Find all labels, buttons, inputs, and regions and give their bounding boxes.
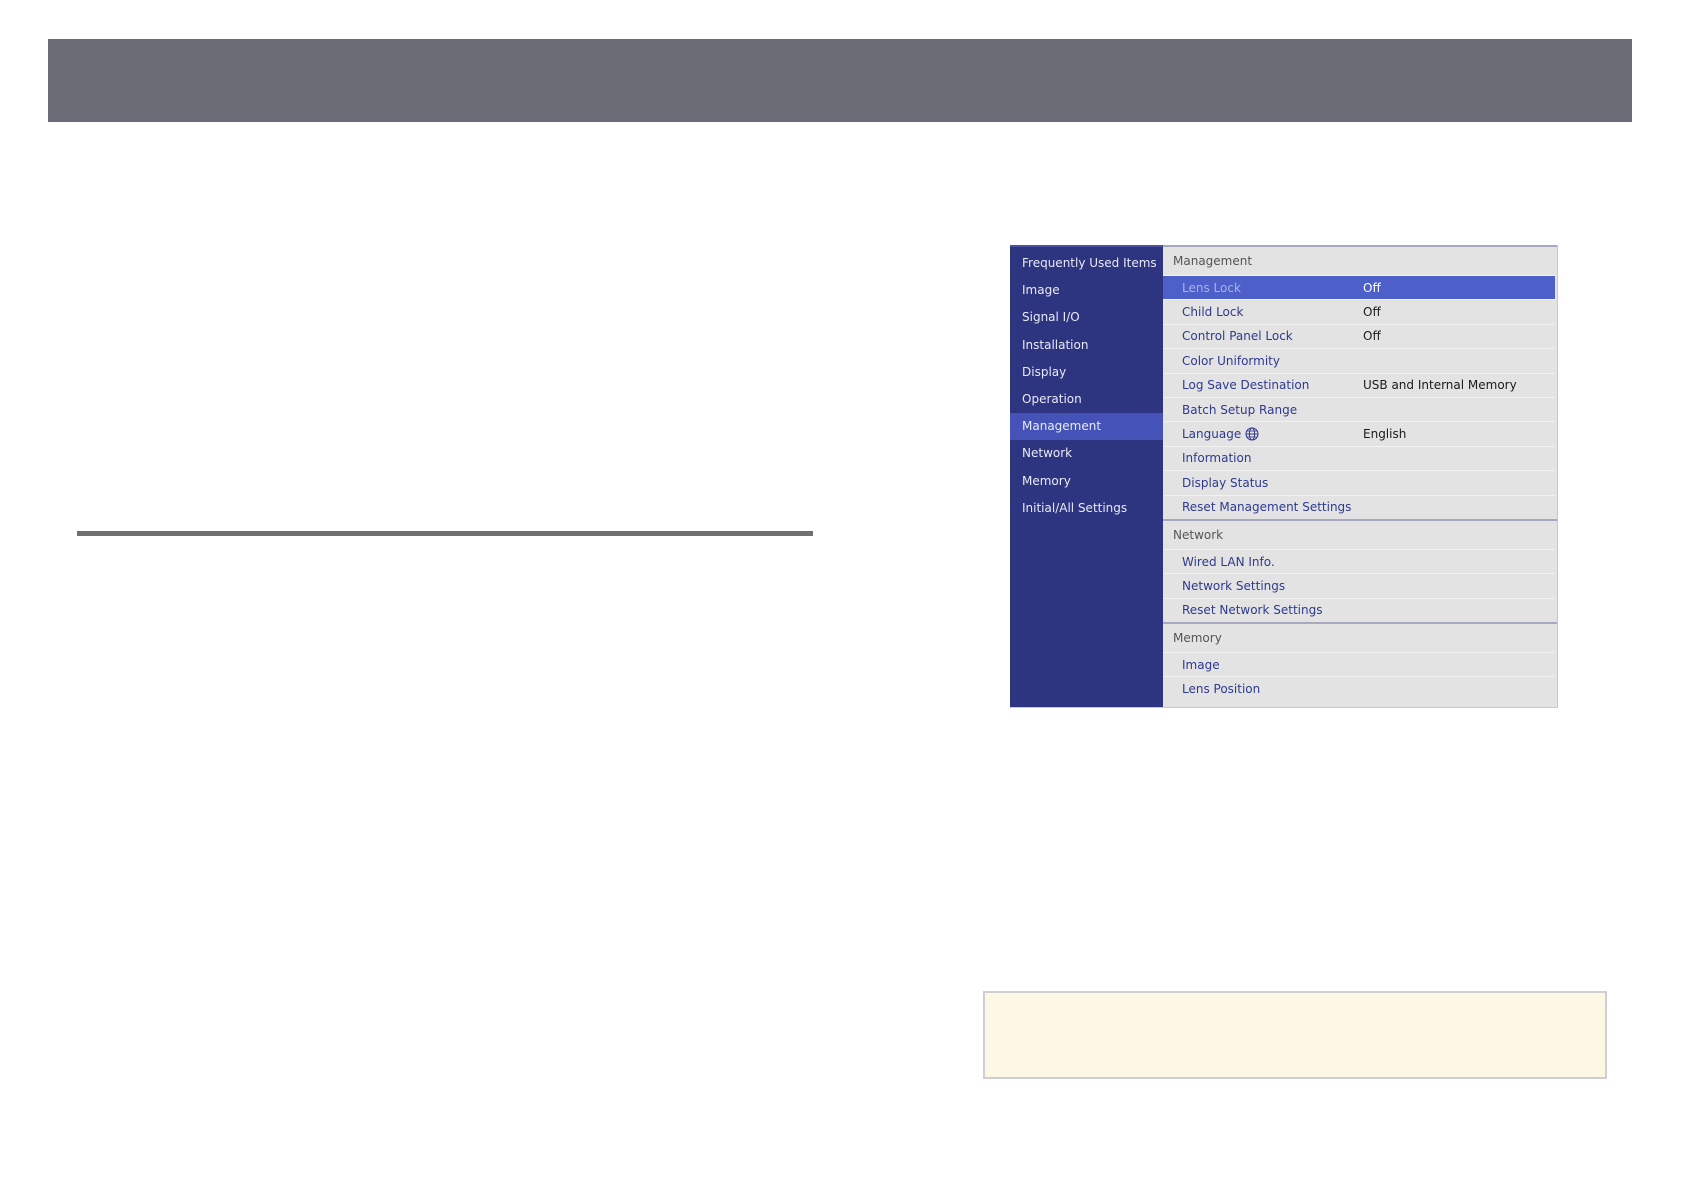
note-box: [983, 991, 1607, 1079]
menu-content: Management Lens Lock Off Child Lock Off …: [1163, 245, 1557, 707]
menu-row-lens-lock[interactable]: Lens Lock Off: [1163, 275, 1555, 300]
row-label: Information: [1182, 451, 1252, 466]
menu-row-memory-image[interactable]: Image: [1163, 652, 1555, 676]
row-label: Image: [1182, 657, 1220, 672]
menu-row-log-save-destination[interactable]: Log Save Destination USB and Internal Me…: [1163, 372, 1555, 397]
sidebar-item-installation[interactable]: Installation: [1010, 332, 1163, 359]
sidebar-item-memory[interactable]: Memory: [1010, 468, 1163, 495]
menu-row-network-settings[interactable]: Network Settings: [1163, 573, 1555, 597]
menu-row-batch-setup-range[interactable]: Batch Setup Range: [1163, 396, 1555, 421]
sidebar-item-display[interactable]: Display: [1010, 359, 1163, 386]
sidebar-item-image[interactable]: Image: [1010, 277, 1163, 304]
row-value: USB and Internal Memory: [1363, 378, 1517, 393]
sidebar-item-initial-all-settings[interactable]: Initial/All Settings: [1010, 495, 1163, 522]
page-header-bar: [48, 39, 1632, 122]
menu-row-language[interactable]: Language English: [1163, 421, 1555, 445]
sidebar-item-management[interactable]: Management: [1010, 413, 1163, 441]
row-label: Control Panel Lock: [1182, 329, 1293, 344]
row-label: Child Lock: [1182, 305, 1244, 320]
row-value: Off: [1363, 329, 1381, 344]
projector-settings-menu: Frequently Used Items Image Signal I/O I…: [1010, 245, 1558, 708]
menu-row-lens-position[interactable]: Lens Position: [1163, 676, 1555, 700]
row-label: Language: [1182, 427, 1242, 442]
row-label: Reset Network Settings: [1182, 603, 1323, 618]
section-divider: [77, 531, 813, 536]
row-label: Wired LAN Info.: [1182, 554, 1275, 569]
row-label: Log Save Destination: [1182, 378, 1310, 393]
group-heading-network: Network: [1163, 518, 1557, 549]
row-label: Lens Position: [1182, 682, 1261, 697]
globe-icon: [1245, 427, 1259, 441]
group-heading-management: Management: [1173, 254, 1253, 268]
menu-row-reset-network-settings[interactable]: Reset Network Settings: [1163, 597, 1555, 622]
row-label: Network Settings: [1182, 578, 1286, 593]
menu-row-control-panel-lock[interactable]: Control Panel Lock Off: [1163, 323, 1555, 348]
row-value: Off: [1363, 305, 1381, 320]
row-label: Batch Setup Range: [1182, 402, 1298, 417]
menu-sidebar: Frequently Used Items Image Signal I/O I…: [1010, 245, 1163, 707]
menu-row-information[interactable]: Information: [1163, 445, 1555, 470]
menu-row-color-uniformity[interactable]: Color Uniformity: [1163, 348, 1555, 372]
row-label: Lens Lock: [1182, 280, 1241, 295]
row-label-container: Language: [1163, 427, 1363, 441]
row-label: Reset Management Settings: [1182, 500, 1352, 515]
menu-row-display-status[interactable]: Display Status: [1163, 470, 1555, 494]
row-label: Color Uniformity: [1182, 353, 1280, 368]
menu-row-reset-management-settings[interactable]: Reset Management Settings: [1163, 494, 1555, 519]
menu-row-child-lock[interactable]: Child Lock Off: [1163, 299, 1555, 323]
group-heading-memory: Memory: [1163, 622, 1557, 652]
row-label: Display Status: [1182, 475, 1269, 490]
sidebar-item-operation[interactable]: Operation: [1010, 386, 1163, 413]
row-value: Off: [1363, 280, 1381, 295]
sidebar-item-network[interactable]: Network: [1010, 440, 1163, 467]
menu-row-wired-lan-info[interactable]: Wired LAN Info.: [1163, 548, 1555, 573]
row-value: English: [1363, 427, 1407, 442]
sidebar-item-frequently-used-items[interactable]: Frequently Used Items: [1010, 250, 1163, 277]
sidebar-item-signal-io[interactable]: Signal I/O: [1010, 304, 1163, 331]
